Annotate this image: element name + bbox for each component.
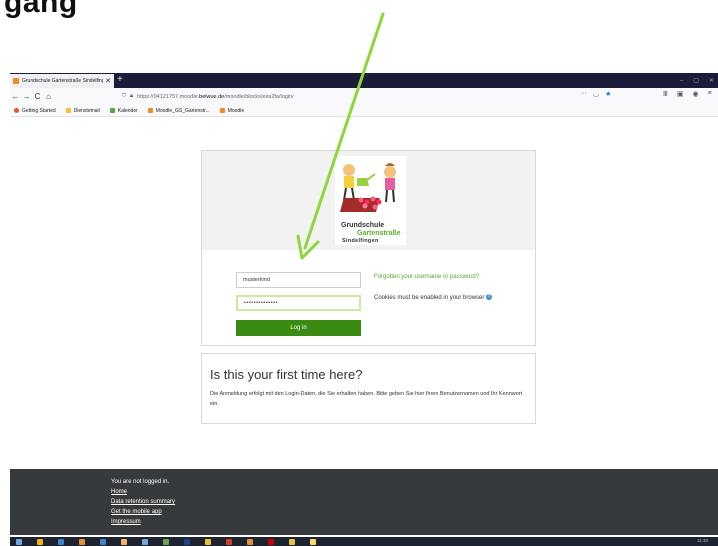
taskbar-app-icon[interactable] bbox=[37, 538, 43, 545]
clock[interactable]: 11:30 bbox=[697, 538, 708, 543]
new-tab-button[interactable]: + bbox=[117, 73, 123, 88]
moodle-icon bbox=[147, 108, 153, 113]
home-icon[interactable]: ⌂ bbox=[43, 92, 54, 101]
moodle-icon bbox=[219, 108, 225, 113]
taskbar-app-icon[interactable] bbox=[184, 538, 190, 545]
taskbar-app-icon[interactable] bbox=[226, 538, 232, 545]
sidebar-icon[interactable]: ▣ bbox=[677, 90, 684, 98]
cookies-notice-text: Cookies must be enabled in your browser bbox=[374, 295, 485, 301]
bookmark-label: Getting Started bbox=[22, 107, 56, 114]
footer-link-impressum[interactable]: Impressum bbox=[111, 519, 141, 525]
footer-link-mobile-app[interactable]: Get the mobile app bbox=[111, 509, 162, 515]
mail-icon bbox=[65, 108, 71, 113]
window-controls: – ▢ ✕ bbox=[680, 73, 714, 88]
bookmark-label: Dienstemail bbox=[73, 107, 100, 114]
close-window-icon[interactable]: ✕ bbox=[709, 77, 714, 84]
taskbar-app-icon[interactable] bbox=[163, 538, 169, 545]
browser-nav-bar: ← → C ⌂ ⛉ 🔒︎ https://04121757.moodle. be… bbox=[10, 88, 718, 105]
login-status-text: You are not logged in. bbox=[111, 479, 170, 485]
library-icon[interactable]: Ⅲ bbox=[663, 90, 668, 98]
bookmark-getting-started[interactable]: Getting Started bbox=[14, 108, 56, 114]
moodle-favicon-icon bbox=[13, 78, 19, 84]
taskbar-app-icon[interactable] bbox=[121, 538, 127, 545]
login-button[interactable]: Log in bbox=[236, 320, 361, 336]
taskbar-app-icon[interactable] bbox=[58, 538, 64, 545]
bookmark-moodle-gs[interactable]: Moodle_GS_Gartenstr... bbox=[147, 107, 210, 114]
os-taskbar: 11:30 bbox=[10, 537, 718, 546]
taskbar-app-icon[interactable] bbox=[79, 538, 85, 545]
forgot-password-link[interactable]: Forgotten your username or password? bbox=[374, 274, 479, 280]
taskbar-app-icon[interactable] bbox=[100, 538, 106, 545]
url-domain: belwue.de bbox=[199, 93, 225, 100]
pocket-icon[interactable]: ◡ bbox=[593, 90, 599, 98]
username-field[interactable]: musterkind bbox=[236, 272, 361, 288]
firefox-icon bbox=[14, 108, 19, 113]
tab-close-icon[interactable]: ✕ bbox=[105, 77, 111, 85]
browser-tab-bar: Grundschule Gartenstraße Sindelfingen ✕ … bbox=[10, 73, 718, 88]
logo-line-2: Gartenstraße bbox=[357, 230, 401, 237]
maximize-icon[interactable]: ▢ bbox=[693, 77, 699, 84]
password-field[interactable]: •••••••••••••• bbox=[236, 295, 361, 311]
reload-icon[interactable]: C bbox=[32, 92, 43, 101]
back-icon[interactable]: ← bbox=[10, 92, 21, 101]
logo-illustration bbox=[335, 156, 406, 220]
first-time-panel: Is this your first time here? Die Anmeld… bbox=[201, 353, 536, 424]
menu-icon[interactable]: ≡ bbox=[708, 90, 712, 98]
help-icon[interactable]: ? bbox=[486, 294, 493, 301]
bookmark-label: Moodle_GS_Gartenstr... bbox=[155, 107, 210, 114]
minimize-icon[interactable]: – bbox=[680, 78, 683, 84]
cookies-notice: Cookies must be enabled in your browser … bbox=[374, 293, 504, 303]
forward-icon[interactable]: → bbox=[21, 92, 32, 101]
logo-line-1: Grundschule bbox=[341, 222, 385, 229]
page-actions-menu-icon[interactable]: ··· bbox=[580, 90, 587, 98]
footer-link-data-retention[interactable]: Data retention summary bbox=[111, 499, 175, 505]
bookmark-dienstemail[interactable]: Dienstemail bbox=[65, 107, 100, 114]
bookmark-kalender[interactable]: Kalender bbox=[109, 107, 138, 114]
lock-icon: 🔒︎ bbox=[130, 93, 134, 99]
bookmark-star-icon[interactable]: ★ bbox=[605, 90, 611, 98]
url-actions: ··· ◡ ★ bbox=[580, 90, 611, 98]
footer-link-home[interactable]: Home bbox=[111, 489, 127, 495]
first-time-heading: Is this your first time here? bbox=[210, 367, 363, 382]
page-footer: You are not logged in. Home Data retenti… bbox=[10, 469, 718, 535]
first-time-text: Die Anmeldung erfolgt mit den Login-Date… bbox=[210, 391, 523, 407]
bookmark-moodle[interactable]: Moodle bbox=[219, 107, 245, 114]
taskbar-app-icon[interactable] bbox=[310, 538, 316, 545]
toolbar-right: Ⅲ ▣ ◉ ≡ bbox=[663, 90, 712, 98]
url-path: /moodle/blocks/exa2fa/login/ bbox=[224, 93, 294, 100]
calendar-icon bbox=[109, 108, 115, 113]
system-tray: 11:30 bbox=[697, 538, 708, 543]
bookmarks-bar: Getting Started Dienstemail Kalender Moo… bbox=[10, 105, 718, 117]
taskbar-app-icon[interactable] bbox=[268, 538, 274, 545]
shield-icon: ⛉ bbox=[122, 93, 127, 99]
login-card: Grundschule Gartenstraße Sindelfingen bbox=[201, 150, 536, 346]
taskbar-app-icon[interactable] bbox=[247, 538, 253, 545]
url-prefix: https://04121757.moodle. bbox=[137, 93, 200, 100]
logo-line-3: Sindelfingen bbox=[342, 238, 379, 244]
taskbar-app-icon[interactable] bbox=[289, 538, 295, 545]
bookmark-label: Moodle bbox=[227, 107, 245, 114]
url-bar[interactable]: ⛉ 🔒︎ https://04121757.moodle. belwue.de … bbox=[122, 90, 622, 103]
tab-title: Grundschule Gartenstraße Sindelfingen bbox=[22, 78, 104, 84]
taskbar-app-icon[interactable] bbox=[205, 538, 211, 545]
browser-tab[interactable]: Grundschule Gartenstraße Sindelfingen ✕ bbox=[10, 74, 114, 88]
annotation-heading: gang bbox=[4, 0, 78, 19]
account-icon[interactable]: ◉ bbox=[692, 90, 698, 98]
school-logo: Grundschule Gartenstraße Sindelfingen bbox=[335, 156, 406, 245]
windows-start-icon[interactable] bbox=[16, 538, 22, 545]
bookmark-label: Kalender bbox=[117, 107, 138, 114]
taskbar-app-icon[interactable] bbox=[142, 538, 148, 545]
